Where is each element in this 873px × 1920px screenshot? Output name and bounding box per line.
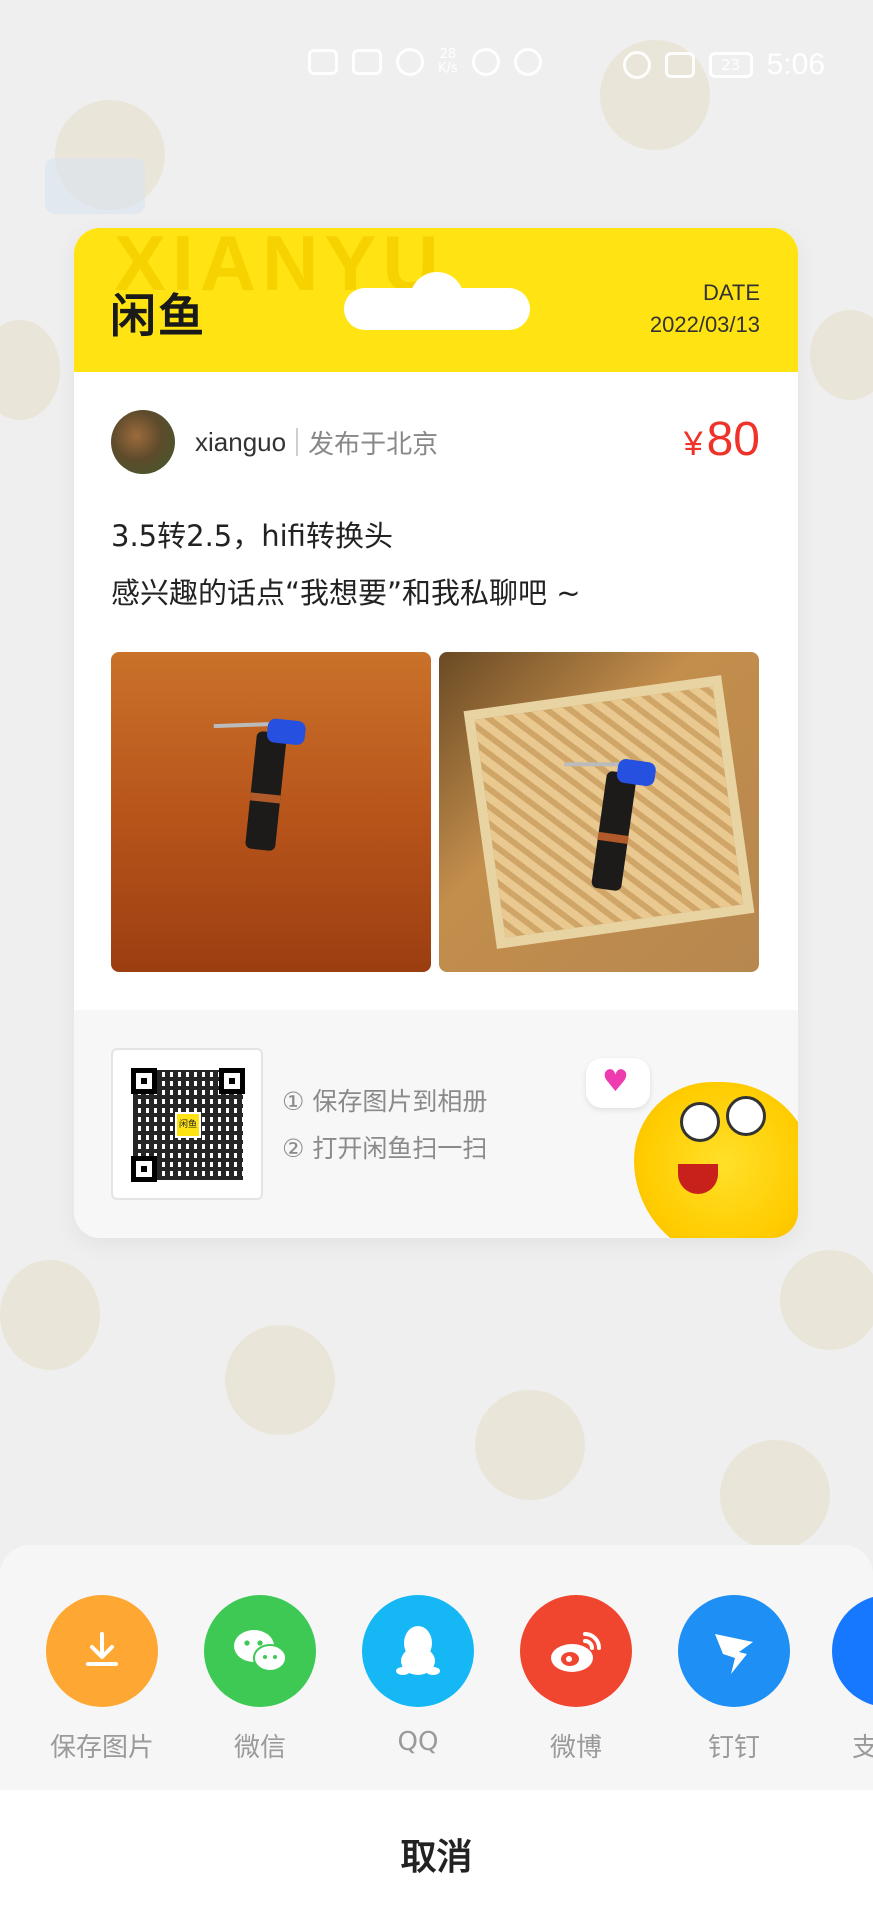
item-photo-1 xyxy=(111,652,431,972)
status-bar-left: 28 K/s xyxy=(308,48,542,76)
network-speed: 28 K/s xyxy=(438,47,458,76)
wifi-icon xyxy=(396,48,424,76)
weibo-icon[interactable] xyxy=(520,1595,632,1707)
username: xianguo xyxy=(195,426,287,457)
alipay-icon[interactable] xyxy=(832,1595,873,1707)
background-mascot-decoration xyxy=(0,320,60,420)
qr-logo: 闲鱼 xyxy=(175,1112,201,1138)
date-value: 2022/03/13 xyxy=(649,312,760,337)
cancel-area: 取消 xyxy=(0,1790,873,1920)
share-label: 钉钉 xyxy=(707,1733,760,1763)
background-mascot-decoration xyxy=(720,1440,830,1550)
share-card: XIANYU 闲鱼 DATE 2022/03/13 xianguo 发布于北京 … xyxy=(74,228,798,1238)
qq-penguin-icon[interactable] xyxy=(362,1595,474,1707)
share-label: 微信 xyxy=(233,1733,286,1763)
share-weibo[interactable]: 微博 xyxy=(516,1595,636,1764)
notification-icon xyxy=(471,48,500,76)
background-mascot-decoration xyxy=(780,1250,873,1350)
status-bar-right: 23 5:06 xyxy=(622,48,825,82)
card-header: XIANYU 闲鱼 DATE 2022/03/13 xyxy=(74,228,798,372)
app-notification-icon xyxy=(513,48,542,76)
vibrate-icon xyxy=(664,52,695,78)
share-label: 微博 xyxy=(549,1733,602,1763)
share-save-image[interactable]: 保存图片 xyxy=(42,1595,162,1764)
background-mascot-decoration xyxy=(810,310,873,400)
header-pill-decoration xyxy=(344,272,530,330)
signal-icon xyxy=(352,49,382,75)
share-label: 保存图片 xyxy=(49,1733,154,1763)
hd-icon xyxy=(308,49,338,75)
currency-symbol: ¥ xyxy=(683,425,703,463)
share-label: 支 xyxy=(852,1733,873,1763)
share-label: QQ xyxy=(397,1727,439,1757)
download-icon[interactable] xyxy=(46,1595,158,1707)
share-wechat[interactable]: 微信 xyxy=(200,1595,320,1764)
qr-finder xyxy=(131,1068,157,1094)
instruction-step-2: ② 打开闲鱼扫一扫 xyxy=(282,1134,488,1163)
background-tag-decoration xyxy=(45,158,145,214)
share-qq[interactable]: QQ xyxy=(358,1595,478,1757)
heart-bubble-icon: ♥ xyxy=(586,1058,650,1108)
date-label: DATE xyxy=(702,280,760,305)
bluetooth-icon xyxy=(622,51,651,79)
card-footer: 闲鱼 ① 保存图片到相册 ② 打开闲鱼扫一扫 ♥ xyxy=(74,1010,798,1238)
instruction-step-1: ① 保存图片到相册 xyxy=(282,1087,488,1116)
mascot-illustration xyxy=(634,1082,798,1238)
item-photo-2 xyxy=(439,652,759,972)
xianyu-logo: 闲鱼 xyxy=(110,289,206,343)
adapter-illustration xyxy=(213,717,307,852)
location: 发布于北京 xyxy=(308,429,439,460)
background-mascot-decoration xyxy=(475,1390,585,1500)
clock: 5:06 xyxy=(766,48,825,81)
share-dingtalk[interactable]: 钉钉 xyxy=(674,1595,794,1764)
item-description-line2: 感兴趣的话点“我想要”和我私聊吧 ~ xyxy=(111,576,581,610)
divider xyxy=(296,428,299,456)
battery-icon: 23 xyxy=(708,52,753,78)
seller-info: xianguo 发布于北京 xyxy=(111,410,438,474)
item-description-line1: 3.5转2.5，hifi转换头 xyxy=(111,519,393,553)
dingtalk-icon[interactable] xyxy=(678,1595,790,1707)
share-alipay[interactable]: 支 xyxy=(832,1595,873,1764)
avatar xyxy=(111,410,175,474)
price-value: 80 xyxy=(706,413,760,466)
price: ¥ 80 xyxy=(684,412,760,467)
qr-code: 闲鱼 xyxy=(111,1048,263,1200)
wechat-icon[interactable] xyxy=(204,1595,316,1707)
background-mascot-decoration xyxy=(225,1325,335,1435)
status-bar: 28 K/s 23 5:06 xyxy=(0,0,873,130)
cancel-button[interactable]: 取消 xyxy=(0,1828,873,1880)
qr-finder xyxy=(219,1068,245,1094)
background-mascot-decoration xyxy=(0,1260,100,1370)
qr-finder xyxy=(131,1156,157,1182)
